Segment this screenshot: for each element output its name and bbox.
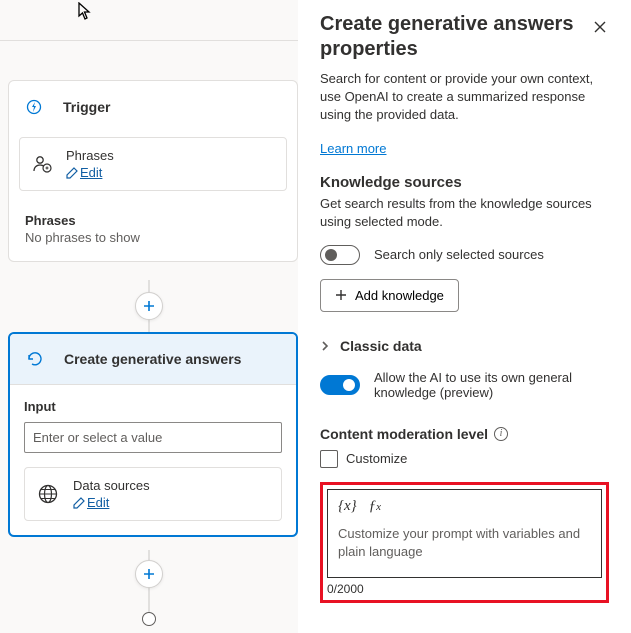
allow-ai-label: Allow the AI to use its own general know… [374,370,609,400]
insert-variable-button[interactable]: {x} [338,498,357,515]
phrases-card[interactable]: Phrases Edit [19,137,287,191]
add-node-button[interactable] [135,292,163,320]
classic-data-toggle-section[interactable]: Classic data [320,338,609,354]
edit-data-sources-link[interactable]: Edit [73,495,150,510]
close-button[interactable] [591,18,609,36]
person-chat-icon [32,154,52,174]
properties-panel: Create generative answers properties Sea… [298,0,631,633]
phrases-label: Phrases [66,148,114,163]
classic-data-label: Classic data [340,338,422,354]
panel-title: Create generative answers properties [320,12,609,62]
insert-formula-button[interactable]: ƒx [369,498,381,515]
plus-icon [335,289,347,301]
refresh-sparkle-icon [24,348,46,370]
pencil-icon [66,167,78,179]
customize-checkbox[interactable] [320,450,338,468]
phrases-section-title: Phrases [25,213,281,228]
cursor-pointer-icon [78,2,94,20]
allow-ai-toggle[interactable] [320,375,360,395]
input-label: Input [24,399,282,414]
trigger-node[interactable]: Trigger Phrases Edit Phrases No phrases … [8,80,298,262]
generative-answers-node[interactable]: Create generative answers Input Data sou… [8,332,298,537]
close-icon [593,20,607,34]
data-sources-label: Data sources [73,478,150,493]
pencil-icon [73,497,85,509]
globe-icon [37,483,59,505]
data-sources-card[interactable]: Data sources Edit [24,467,282,521]
gen-title: Create generative answers [64,351,241,367]
panel-description: Search for content or provide your own c… [320,70,609,125]
content-moderation-label: Content moderation level [320,426,488,442]
char-counter: 0/2000 [327,582,602,596]
customize-label: Customize [346,451,407,466]
search-selected-toggle[interactable] [320,245,360,265]
prompt-placeholder: Customize your prompt with variables and… [338,525,591,561]
phrases-empty-text: No phrases to show [25,230,281,245]
prompt-editor[interactable]: {x} ƒx Customize your prompt with variab… [327,489,602,578]
info-icon[interactable]: i [494,427,508,441]
knowledge-sources-title: Knowledge sources [320,174,609,191]
value-input[interactable] [24,422,282,453]
canvas-divider [0,40,298,41]
search-selected-label: Search only selected sources [374,247,544,262]
knowledge-sources-desc: Get search results from the knowledge so… [320,195,609,231]
add-knowledge-button[interactable]: Add knowledge [320,279,459,312]
edit-phrases-link[interactable]: Edit [66,165,114,180]
add-node-button[interactable] [135,560,163,588]
chevron-right-icon [320,340,330,352]
trigger-title: Trigger [63,99,110,115]
prompt-highlight-box: {x} ƒx Customize your prompt with variab… [320,482,609,603]
learn-more-link[interactable]: Learn more [320,141,386,156]
lightning-icon [23,96,45,118]
end-node-icon [142,612,156,626]
